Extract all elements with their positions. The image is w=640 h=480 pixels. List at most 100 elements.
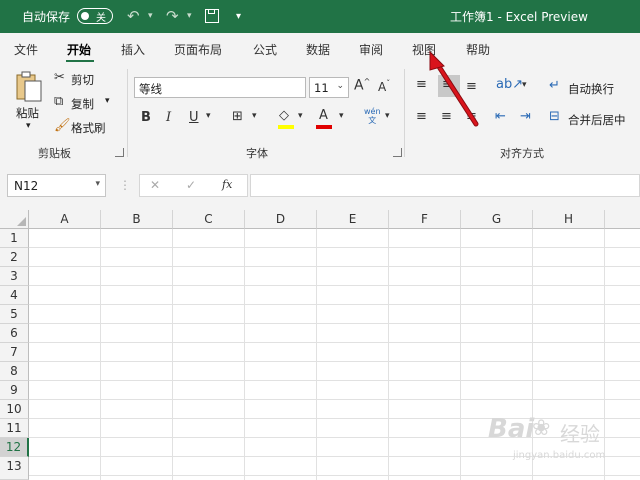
- increase-indent-icon[interactable]: ⇥: [520, 109, 531, 124]
- customize-qat-icon[interactable]: ▾: [236, 11, 241, 22]
- insert-function-icon[interactable]: fx: [222, 178, 232, 191]
- column-header-partial[interactable]: [605, 210, 640, 229]
- save-icon[interactable]: [205, 9, 219, 23]
- font-color-icon[interactable]: A: [319, 108, 328, 123]
- borders-dropdown-icon[interactable]: ▾: [252, 111, 257, 121]
- row-header[interactable]: 9: [0, 381, 29, 400]
- align-top-icon[interactable]: ≡: [416, 77, 427, 92]
- copy-dropdown-icon[interactable]: ▾: [105, 96, 110, 106]
- phonetic-icon[interactable]: wén 文: [364, 107, 381, 125]
- autosave-toggle[interactable]: 关: [77, 8, 113, 24]
- column-header[interactable]: A: [29, 210, 101, 229]
- row-header[interactable]: 1: [0, 229, 29, 248]
- row-header[interactable]: 3: [0, 267, 29, 286]
- fill-color-icon[interactable]: ◇: [279, 108, 289, 123]
- bold-button[interactable]: B: [141, 110, 151, 125]
- undo-dropdown-icon[interactable]: ▾: [148, 11, 153, 21]
- tab-help[interactable]: 帮助: [466, 41, 490, 58]
- active-tab-indicator: [66, 60, 94, 62]
- underline-dropdown-icon[interactable]: ▾: [206, 111, 211, 121]
- confirm-icon[interactable]: ✓: [186, 178, 196, 192]
- tab-view[interactable]: 视图: [412, 41, 436, 58]
- wrap-text-icon[interactable]: ↵: [549, 78, 560, 93]
- align-left-icon[interactable]: ≡: [416, 109, 427, 124]
- clipboard-launcher-icon[interactable]: [115, 148, 124, 157]
- font-name-value: 等线: [139, 82, 162, 96]
- orientation-icon[interactable]: ab↗: [496, 77, 523, 92]
- fill-color-dropdown-icon[interactable]: ▾: [298, 111, 303, 121]
- paste-icon: [16, 71, 42, 102]
- format-painter-icon[interactable]: 🖌: [54, 118, 71, 133]
- merge-center-button[interactable]: 合并后居中: [568, 112, 626, 128]
- font-group-label: 字体: [246, 147, 268, 160]
- row-header[interactable]: 7: [0, 343, 29, 362]
- column-header[interactable]: B: [101, 210, 173, 229]
- row-header[interactable]: 5: [0, 305, 29, 324]
- column-header[interactable]: C: [173, 210, 245, 229]
- formula-bar-grip-icon: ⋮: [119, 178, 131, 192]
- name-box[interactable]: N12 ▾: [7, 174, 106, 197]
- align-bottom-icon[interactable]: ≡: [466, 79, 477, 94]
- row-header[interactable]: 4: [0, 286, 29, 305]
- orientation-dropdown-icon[interactable]: ▾: [522, 80, 527, 90]
- gridline: [29, 266, 640, 267]
- align-right-icon[interactable]: ≡: [466, 109, 477, 124]
- column-header[interactable]: E: [317, 210, 389, 229]
- column-header[interactable]: F: [389, 210, 461, 229]
- row-header-selected[interactable]: 12: [0, 438, 29, 457]
- copy-icon[interactable]: ⧉: [54, 94, 63, 109]
- select-all-button[interactable]: [0, 210, 29, 229]
- column-header[interactable]: G: [461, 210, 533, 229]
- row-header[interactable]: 11: [0, 419, 29, 438]
- font-launcher-icon[interactable]: [393, 148, 402, 157]
- align-middle-icon: ≡: [442, 77, 453, 92]
- font-color-dropdown-icon[interactable]: ▾: [339, 111, 344, 121]
- tab-insert[interactable]: 插入: [121, 41, 145, 58]
- worksheet-grid[interactable]: A B C D E F G H 1 2 3 4 5 6 7 8 9 10 11 …: [0, 210, 640, 480]
- tab-file[interactable]: 文件: [14, 41, 38, 58]
- wrap-text-button[interactable]: 自动换行: [568, 81, 614, 97]
- phonetic-dropdown-icon[interactable]: ▾: [385, 111, 390, 121]
- tab-formulas[interactable]: 公式: [253, 41, 277, 58]
- borders-icon[interactable]: ⊞: [232, 109, 243, 124]
- row-header[interactable]: 13: [0, 457, 29, 480]
- font-size-select[interactable]: 11 ⌄: [309, 77, 349, 98]
- italic-button[interactable]: I: [166, 110, 171, 125]
- increase-font-icon[interactable]: A^: [354, 77, 370, 94]
- font-name-select[interactable]: 等线: [134, 77, 306, 98]
- autosave-label: 自动保存: [22, 10, 71, 24]
- formula-input[interactable]: [250, 174, 640, 197]
- column-header[interactable]: D: [245, 210, 317, 229]
- row-header[interactable]: 6: [0, 324, 29, 343]
- cancel-icon[interactable]: ✕: [150, 178, 160, 192]
- merge-center-icon[interactable]: ⊟: [549, 109, 560, 124]
- paste-label: 粘贴: [16, 106, 39, 120]
- align-center-icon[interactable]: ≡: [441, 109, 452, 124]
- select-all-icon: [17, 217, 26, 226]
- decrease-indent-icon[interactable]: ⇤: [495, 109, 506, 124]
- tab-data[interactable]: 数据: [306, 41, 330, 58]
- underline-button[interactable]: U: [189, 110, 199, 125]
- tab-home[interactable]: 开始: [67, 41, 91, 58]
- gridline: [29, 342, 640, 343]
- copy-button[interactable]: 复制: [71, 96, 94, 112]
- undo-icon[interactable]: ↶: [127, 7, 140, 25]
- redo-icon[interactable]: ↷: [166, 7, 179, 25]
- paste-button[interactable]: 粘贴 ▾: [10, 71, 48, 137]
- tab-page-layout[interactable]: 页面布局: [174, 41, 222, 58]
- align-middle-button[interactable]: ≡: [438, 75, 460, 97]
- redo-dropdown-icon[interactable]: ▾: [187, 11, 192, 21]
- scissors-icon[interactable]: ✂: [54, 70, 65, 85]
- row-header[interactable]: 10: [0, 400, 29, 419]
- decrease-font-icon[interactable]: Aˇ: [378, 79, 390, 94]
- column-header[interactable]: H: [533, 210, 605, 229]
- title-bar: 自动保存 关 ↶ ▾ ↷ ▾ ▾ 工作簿1 - Excel Preview: [0, 0, 640, 33]
- ribbon-divider: [127, 69, 128, 157]
- row-header[interactable]: 2: [0, 248, 29, 267]
- watermark-brand2: 经验: [560, 422, 600, 446]
- font-color-swatch: [316, 125, 332, 129]
- tab-review[interactable]: 审阅: [359, 41, 383, 58]
- row-header[interactable]: 8: [0, 362, 29, 381]
- cut-button[interactable]: 剪切: [71, 72, 94, 88]
- format-painter-button[interactable]: 格式刷: [71, 120, 106, 136]
